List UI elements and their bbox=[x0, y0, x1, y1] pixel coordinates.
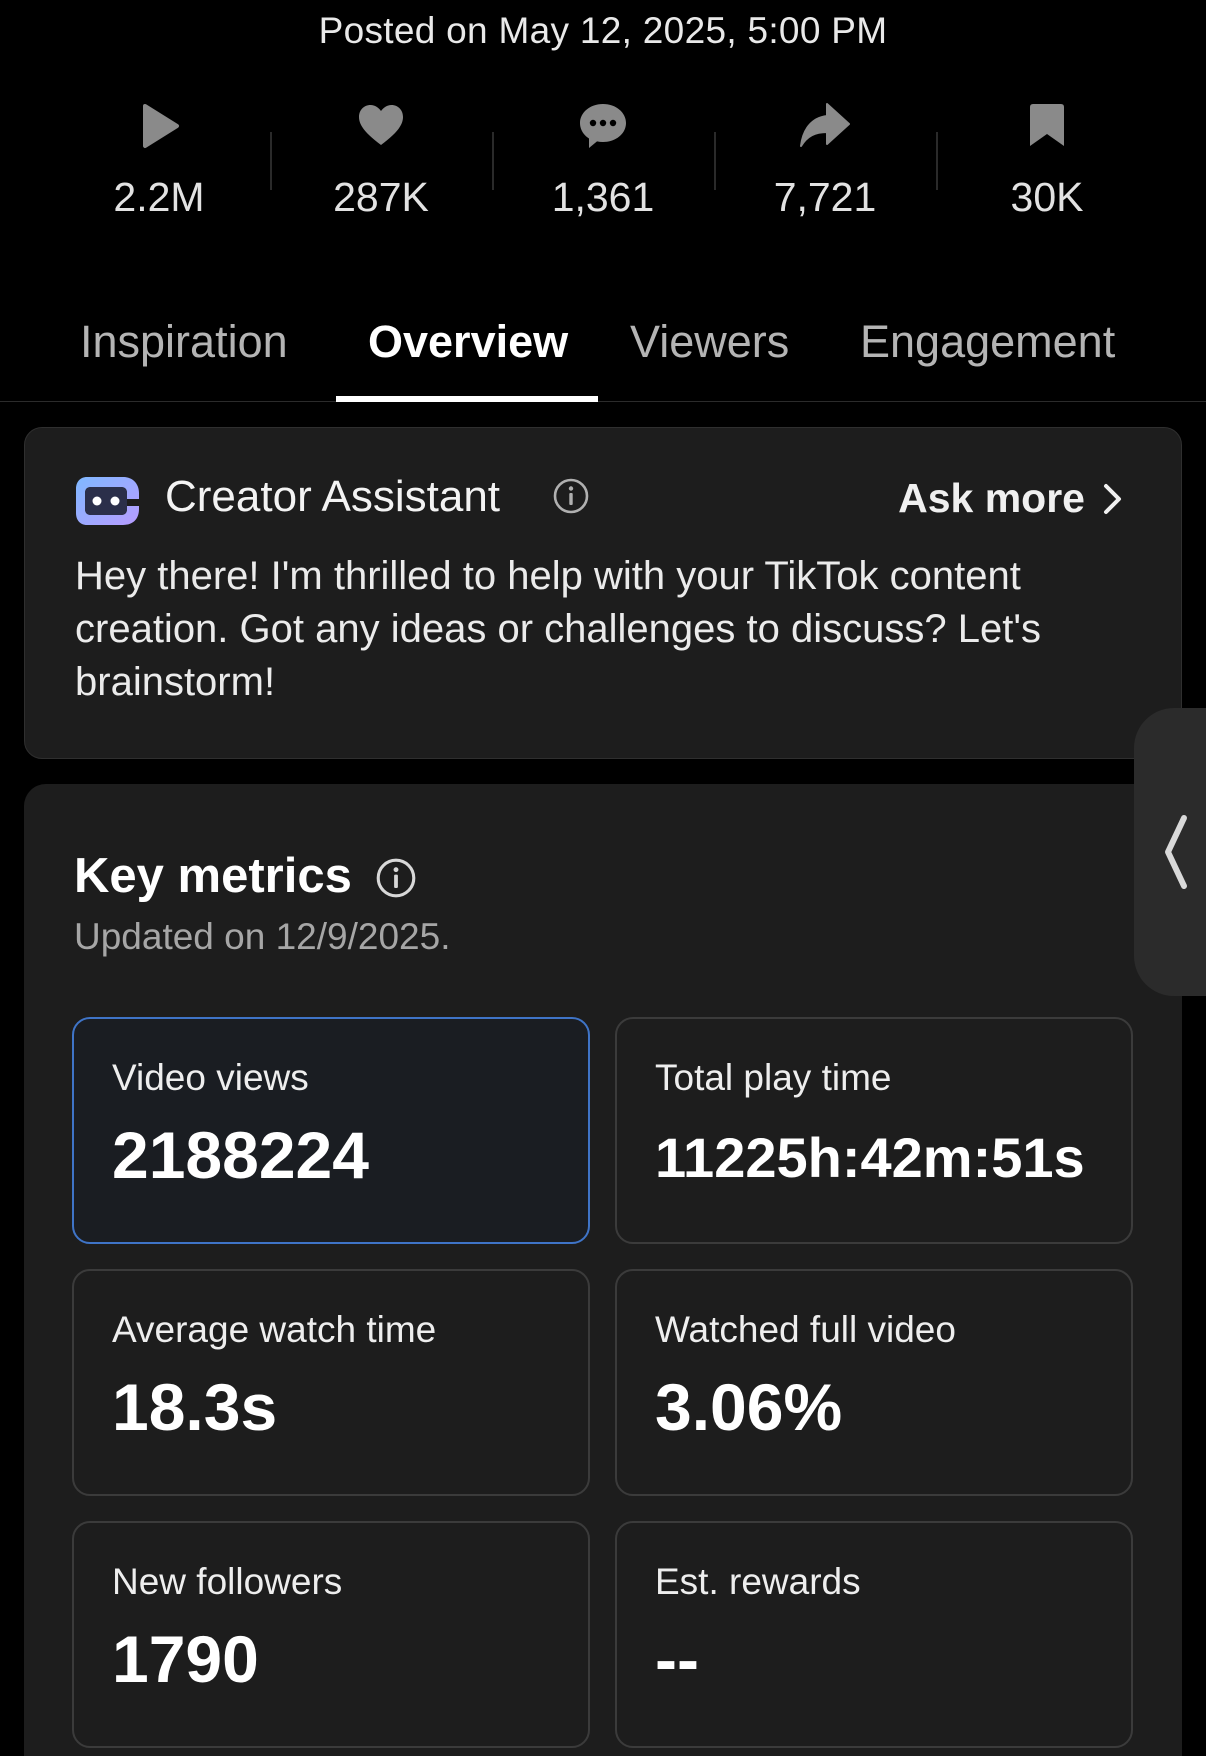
comment-icon bbox=[577, 100, 629, 152]
posted-date: Posted on May 12, 2025, 5:00 PM bbox=[318, 10, 888, 51]
metric-value: 3.06% bbox=[655, 1370, 843, 1444]
metric-value: -- bbox=[655, 1622, 699, 1696]
metric-label: Total play time bbox=[655, 1057, 892, 1098]
stat-saves: 30K bbox=[936, 100, 1158, 250]
bookmark-icon bbox=[1021, 100, 1073, 152]
stat-saves-value: 30K bbox=[1010, 174, 1084, 220]
ask-more-label: Ask more bbox=[898, 475, 1085, 521]
stat-likes: 287K bbox=[270, 100, 492, 250]
metric-average-watch-time[interactable]: Average watch time 18.3s bbox=[72, 1269, 590, 1496]
stat-views-value: 2.2M bbox=[113, 174, 205, 220]
share-icon bbox=[799, 100, 851, 152]
stat-shares: 7,721 bbox=[714, 100, 936, 250]
tab-engagement[interactable]: Engagement bbox=[860, 316, 1115, 368]
metric-value: 11225h:42m:51s bbox=[655, 1126, 1085, 1189]
metric-label: New followers bbox=[112, 1561, 343, 1602]
metric-est-rewards[interactable]: Est. rewards -- bbox=[615, 1521, 1133, 1748]
metric-watched-full-video[interactable]: Watched full video 3.06% bbox=[615, 1269, 1133, 1496]
metric-value: 2188224 bbox=[112, 1118, 369, 1192]
info-icon[interactable] bbox=[376, 858, 416, 898]
metric-label: Average watch time bbox=[112, 1309, 437, 1350]
stat-views: 2.2M bbox=[48, 100, 270, 250]
tab-inspiration[interactable]: Inspiration bbox=[80, 316, 288, 368]
assistant-title: Creator Assistant bbox=[165, 472, 501, 521]
chevron-right-icon bbox=[1104, 483, 1121, 514]
tab-overview[interactable]: Overview bbox=[368, 316, 568, 368]
metric-value: 1790 bbox=[112, 1622, 259, 1696]
key-metrics-card: Key metrics Updated on 12/9/2025. Video … bbox=[24, 784, 1182, 1756]
post-analytics-screen: Posted on May 12, 2025, 5:00 PM 2.2M 287… bbox=[0, 0, 1206, 1756]
metric-value: 18.3s bbox=[112, 1370, 278, 1444]
ask-more-link[interactable]: Ask more bbox=[898, 475, 1125, 522]
assistant-bot-icon bbox=[75, 473, 141, 529]
assistant-message: Hey there! I'm thrilled to help with you… bbox=[75, 554, 1041, 704]
analytics-tabs: Inspiration Overview Viewers Engagement bbox=[0, 310, 1206, 402]
play-icon bbox=[133, 100, 185, 152]
metric-label: Est. rewards bbox=[655, 1561, 861, 1602]
key-metrics-title: Key metrics bbox=[74, 849, 352, 903]
stat-likes-value: 287K bbox=[333, 174, 429, 220]
stat-shares-value: 7,721 bbox=[773, 174, 877, 220]
metric-video-views[interactable]: Video views 2188224 bbox=[72, 1017, 590, 1244]
side-panel-handle[interactable] bbox=[1134, 708, 1206, 996]
heart-icon bbox=[355, 100, 407, 152]
metric-label: Video views bbox=[112, 1057, 309, 1098]
stat-comments: 1,361 bbox=[492, 100, 714, 250]
active-tab-indicator bbox=[336, 396, 598, 402]
metric-new-followers[interactable]: New followers 1790 bbox=[72, 1521, 590, 1748]
chevron-left-icon bbox=[1165, 815, 1187, 889]
tab-viewers[interactable]: Viewers bbox=[630, 316, 789, 368]
post-stats-row: 2.2M 287K 1,361 7,721 30K bbox=[48, 100, 1158, 250]
metric-label: Watched full video bbox=[655, 1309, 956, 1350]
metric-total-play-time[interactable]: Total play time 11225h:42m:51s bbox=[615, 1017, 1133, 1244]
info-icon[interactable] bbox=[553, 478, 589, 514]
creator-assistant-card[interactable]: Creator Assistant Ask more Hey there! I'… bbox=[24, 427, 1182, 759]
stat-comments-value: 1,361 bbox=[551, 174, 655, 220]
metrics-updated-date: Updated on 12/9/2025. bbox=[74, 916, 451, 957]
